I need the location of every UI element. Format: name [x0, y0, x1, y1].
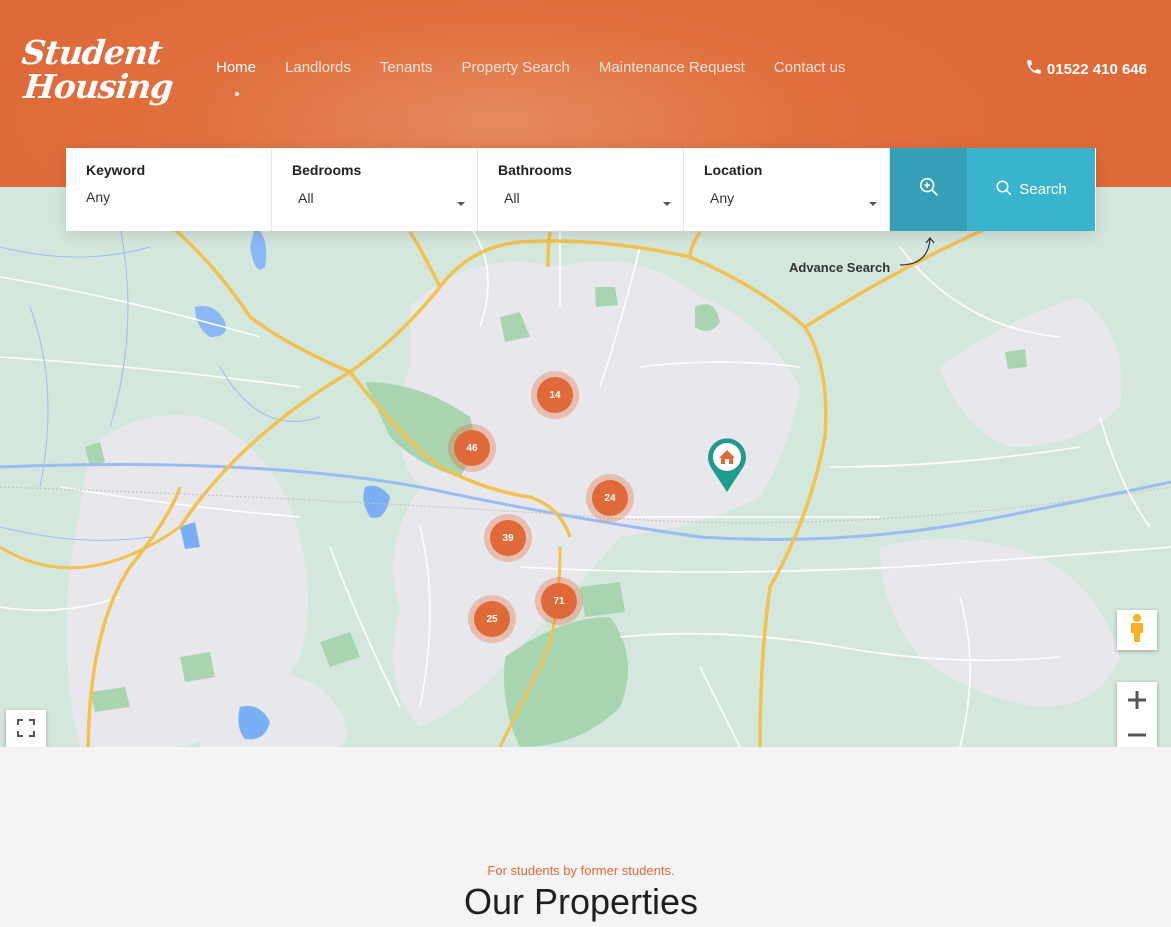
pegman-icon: [1127, 613, 1147, 648]
chevron-down-icon: [869, 202, 877, 206]
cluster-count: 71: [541, 583, 577, 619]
zoom-in-button[interactable]: [1128, 682, 1146, 717]
nav-home[interactable]: Home: [216, 59, 256, 76]
logo-line-2: Housing: [22, 67, 175, 106]
zoom-controls: [1117, 682, 1157, 747]
keyword-label: Keyword: [86, 162, 146, 178]
property-map[interactable]: Advance Search 14 46 24 39 71 25: [0, 187, 1171, 747]
advanced-search-button[interactable]: [890, 148, 967, 231]
curved-arrow-icon: [898, 235, 938, 274]
location-label: Location: [704, 162, 763, 178]
bathrooms-select[interactable]: Bathrooms All: [478, 148, 684, 231]
section-title: Our Properties: [463, 881, 699, 922]
nav-landlords[interactable]: Landlords: [285, 59, 351, 76]
map-cluster[interactable]: 46: [448, 424, 496, 472]
bathrooms-value: All: [504, 190, 520, 206]
map-cluster[interactable]: 24: [586, 474, 634, 522]
bathrooms-label: Bathrooms: [498, 162, 572, 178]
nav-tenants[interactable]: Tenants: [380, 59, 433, 76]
keyword-field[interactable]: Keyword Any: [66, 148, 272, 231]
keyword-input[interactable]: Any: [86, 189, 251, 205]
zoom-out-button[interactable]: [1128, 717, 1146, 747]
property-search-bar: Keyword Any Bedrooms All Bathrooms All L…: [66, 148, 1096, 231]
map-cluster[interactable]: 14: [531, 371, 579, 419]
phone-link[interactable]: 01522 410 646: [1025, 58, 1147, 80]
logo[interactable]: Student Housing: [20, 33, 175, 116]
home-pin-icon[interactable]: [706, 437, 748, 498]
location-select[interactable]: Location Any: [684, 148, 890, 231]
cluster-count: 24: [592, 480, 628, 516]
phone-number: 01522 410 646: [1046, 60, 1147, 78]
nav-contact-us[interactable]: Contact us: [774, 59, 846, 76]
main-nav: Home Landlords Tenants Property Search M…: [216, 59, 875, 76]
street-view-button[interactable]: [1117, 610, 1157, 650]
search-button-label: Search: [1019, 181, 1067, 198]
cluster-count: 25: [474, 601, 510, 637]
search-button[interactable]: Search: [967, 148, 1095, 231]
cluster-count: 14: [537, 377, 573, 413]
phone-icon: [1025, 58, 1047, 80]
search-icon: [995, 179, 1019, 201]
bedrooms-value: All: [298, 190, 314, 206]
fullscreen-icon: [16, 718, 36, 743]
section-tagline: For students by former students.: [487, 863, 675, 878]
bedrooms-select[interactable]: Bedrooms All: [272, 148, 478, 231]
cluster-count: 39: [490, 520, 526, 556]
bedrooms-label: Bedrooms: [292, 162, 362, 178]
properties-section: For students by former students. Our Pro…: [0, 747, 1171, 927]
nav-property-search[interactable]: Property Search: [461, 59, 569, 76]
map-tiles: [0, 215, 1171, 747]
logo-line-1: Student: [20, 33, 164, 72]
zoom-in-icon: [918, 176, 940, 203]
map-cluster[interactable]: 25: [468, 595, 516, 643]
advance-search-label[interactable]: Advance Search: [789, 260, 890, 275]
location-value: Any: [710, 190, 735, 206]
map-cluster[interactable]: 39: [484, 514, 532, 562]
chevron-down-icon: [663, 202, 671, 206]
nav-maintenance-request[interactable]: Maintenance Request: [599, 59, 745, 76]
cluster-count: 46: [454, 430, 490, 466]
chevron-down-icon: [457, 202, 465, 206]
map-cluster[interactable]: 71: [535, 577, 583, 625]
fullscreen-button[interactable]: [6, 710, 46, 747]
active-nav-indicator: [235, 92, 239, 96]
